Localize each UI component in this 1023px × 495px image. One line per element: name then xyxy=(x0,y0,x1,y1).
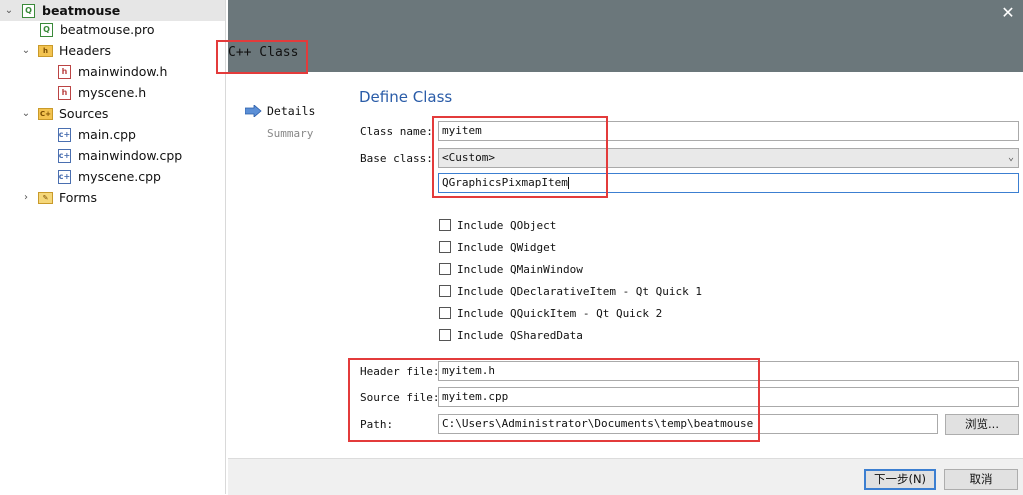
base-class-dropdown[interactable]: <Custom> ⌄ xyxy=(438,148,1019,168)
header-file-field[interactable]: myitem.h xyxy=(438,361,1019,381)
source-file-field[interactable]: myitem.cpp xyxy=(438,387,1019,407)
include-qquickitem-checkbox[interactable]: Include QQuickItem - Qt Quick 2 xyxy=(439,305,662,321)
class-name-field[interactable]: myitem xyxy=(438,121,1019,141)
tree-item-main-cpp[interactable]: c+ main.cpp xyxy=(58,124,136,145)
tree-item-mainwindow-h[interactable]: h mainwindow.h xyxy=(58,61,167,82)
dialog-title-bar: ✕ xyxy=(228,0,1023,72)
text-caret xyxy=(567,177,569,189)
cancel-button[interactable]: 取消 xyxy=(944,469,1018,490)
tree-item-label: Forms xyxy=(59,190,98,205)
tree-item-label: myscene.cpp xyxy=(78,169,161,184)
custom-base-class-value: QGraphicsPixmapItem xyxy=(442,176,568,189)
tree-item-label: mainwindow.h xyxy=(78,64,168,79)
dialog-footer: 下一步(N) 取消 xyxy=(228,458,1023,495)
tree-item-label: myscene.h xyxy=(78,85,147,100)
tree-item-label: Headers xyxy=(59,43,112,58)
tree-item-label: Sources xyxy=(59,106,109,121)
tree-item-myscene-h[interactable]: h myscene.h xyxy=(58,82,146,103)
header-file-label: Header file: xyxy=(360,365,440,378)
tree-item-label: main.cpp xyxy=(78,127,136,142)
checkbox-label: Include QMainWindow xyxy=(457,262,583,276)
cpp-file-icon: c+ xyxy=(58,127,71,142)
checkbox-label: Include QWidget xyxy=(457,240,557,254)
next-button[interactable]: 下一步(N) xyxy=(864,469,936,490)
class-name-label: Class name: xyxy=(360,125,433,138)
chevron-down-icon[interactable]: ⌄ xyxy=(20,108,32,120)
tree-item-headers[interactable]: ⌄ h Headers xyxy=(20,40,111,61)
current-step-arrow-icon xyxy=(245,105,262,117)
tree-item-pro-file[interactable]: Q beatmouse.pro xyxy=(40,19,155,40)
tree-item-project[interactable]: ⌄ Q beatmouse xyxy=(0,0,225,21)
base-class-label: Base class: xyxy=(360,152,433,165)
include-qmainwindow-checkbox[interactable]: Include QMainWindow xyxy=(439,261,583,277)
path-label: Path: xyxy=(360,418,394,431)
page-title: Define Class xyxy=(359,88,453,106)
pro-file-icon: Q xyxy=(40,22,53,37)
custom-base-class-field[interactable]: QGraphicsPixmapItem xyxy=(438,173,1019,193)
browse-button[interactable]: 浏览... xyxy=(945,414,1019,435)
chevron-down-icon[interactable]: ⌄ xyxy=(3,5,15,17)
source-file-label: Source file: xyxy=(360,391,440,404)
chevron-down-icon[interactable]: ⌄ xyxy=(20,45,32,57)
tree-item-label: mainwindow.cpp xyxy=(78,148,183,163)
wizard-steps: Details Summary xyxy=(228,72,338,458)
project-icon: Q xyxy=(22,3,35,18)
step-details: Details xyxy=(267,104,316,118)
chevron-down-icon: ⌄ xyxy=(1007,152,1014,163)
tree-item-myscene-cpp[interactable]: c+ myscene.cpp xyxy=(58,166,161,187)
header-file-icon: h xyxy=(58,64,71,79)
include-qdeclarativeitem-checkbox[interactable]: Include QDeclarativeItem - Qt Quick 1 xyxy=(439,283,702,299)
checkbox-box[interactable] xyxy=(439,329,451,341)
project-tree: ⌄ Q beatmouse Q beatmouse.pro ⌄ h Header… xyxy=(0,0,226,494)
checkbox-box[interactable] xyxy=(439,285,451,297)
header-file-icon: h xyxy=(58,85,71,100)
cpp-file-icon: c+ xyxy=(58,169,71,184)
checkbox-box[interactable] xyxy=(439,219,451,231)
include-qobject-checkbox[interactable]: Include QObject xyxy=(439,217,556,233)
tree-item-label: beatmouse.pro xyxy=(60,22,155,37)
checkbox-label: Include QQuickItem - Qt Quick 2 xyxy=(457,306,663,320)
include-qwidget-checkbox[interactable]: Include QWidget xyxy=(439,239,556,255)
path-field[interactable]: C:\Users\Administrator\Documents\temp\be… xyxy=(438,414,938,434)
forms-folder-icon: ✎ xyxy=(38,191,53,204)
step-summary: Summary xyxy=(267,127,314,140)
wizard-page: Define Class Class name: myitem Base cla… xyxy=(338,72,1023,458)
checkbox-label: Include QSharedData xyxy=(457,328,583,342)
wizard-title: C++ Class xyxy=(228,45,299,60)
tree-item-label: beatmouse xyxy=(42,3,121,18)
tree-item-mainwindow-cpp[interactable]: c+ mainwindow.cpp xyxy=(58,145,182,166)
sources-folder-icon: C+ xyxy=(38,107,53,120)
headers-folder-icon: h xyxy=(38,44,53,57)
new-class-wizard-dialog: ✕ C++ Class Details Summary Define Class… xyxy=(228,0,1023,495)
checkbox-label: Include QObject xyxy=(457,218,557,232)
close-icon[interactable]: ✕ xyxy=(999,4,1017,22)
base-class-selected: <Custom> xyxy=(442,151,495,164)
checkbox-box[interactable] xyxy=(439,307,451,319)
checkbox-box[interactable] xyxy=(439,241,451,253)
tree-item-forms[interactable]: › ✎ Forms xyxy=(20,187,97,208)
include-qshareddata-checkbox[interactable]: Include QSharedData xyxy=(439,327,583,343)
checkbox-label: Include QDeclarativeItem - Qt Quick 1 xyxy=(457,284,703,298)
checkbox-box[interactable] xyxy=(439,263,451,275)
tree-item-sources[interactable]: ⌄ C+ Sources xyxy=(20,103,109,124)
chevron-right-icon[interactable]: › xyxy=(20,192,32,204)
cpp-file-icon: c+ xyxy=(58,148,71,163)
